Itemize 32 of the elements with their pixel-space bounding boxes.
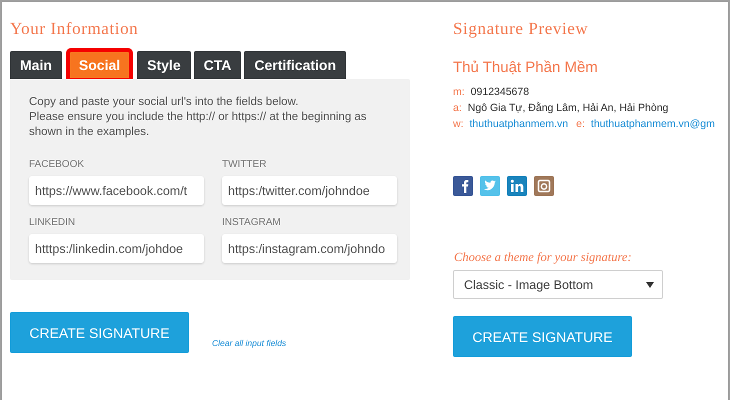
linkedin-icon[interactable] xyxy=(507,176,527,196)
input-field[interactable]: https:/twitter.com/johndoe xyxy=(222,176,397,205)
signature-name: Thủ Thuật Phần Mềm xyxy=(453,59,599,76)
input-field[interactable]: https://www.facebook.com/t xyxy=(29,176,204,205)
clear-link[interactable]: Clear all input fields xyxy=(212,338,286,348)
input-field[interactable]: https:/instagram.com/johndo xyxy=(222,234,397,263)
facebook-icon[interactable] xyxy=(453,176,473,196)
caret-icon xyxy=(646,282,654,288)
input-field[interactable]: htttps:/linkedin.com/johdoe xyxy=(29,234,204,263)
tab[interactable]: Style xyxy=(137,51,191,79)
instruction-text: Please ensure you include the http:// or https:// at the beginning as shown in the examples. xyxy=(29,110,368,140)
field-key: m: xyxy=(453,84,465,100)
theme-select[interactable]: Classic - Image Bottom xyxy=(453,270,663,299)
field-label: FACEBOOK xyxy=(29,159,86,170)
section-title: Your Information xyxy=(10,19,140,39)
section-title: Signature Preview xyxy=(453,19,590,39)
instagram-icon[interactable] xyxy=(534,176,554,196)
signature-link[interactable]: thuthuatphanmem.vn@gm xyxy=(590,116,715,132)
signature-link[interactable]: thuthuatphanmem.vn xyxy=(470,116,568,132)
field-key: w: xyxy=(453,116,464,132)
tab[interactable]: Certification xyxy=(244,51,346,79)
instruction-text: Copy and paste your social url's into the fields below. xyxy=(29,95,300,110)
field-label: LINKEDIN xyxy=(29,217,76,228)
signature-value: 0912345678 xyxy=(470,85,530,100)
signature-value: Ngô Gia Tự, Đằng Lâm, Hải An, Hải Phòng xyxy=(468,100,668,116)
theme-label: Choose a theme for your signature: xyxy=(454,250,633,265)
field-label: INSTAGRAM xyxy=(222,217,282,228)
tab[interactable]: CTA xyxy=(194,51,242,79)
field-key: a: xyxy=(453,100,462,116)
field-key: e: xyxy=(576,116,585,132)
field-label: TWITTER xyxy=(222,159,268,170)
tab[interactable]: Main xyxy=(10,51,62,79)
